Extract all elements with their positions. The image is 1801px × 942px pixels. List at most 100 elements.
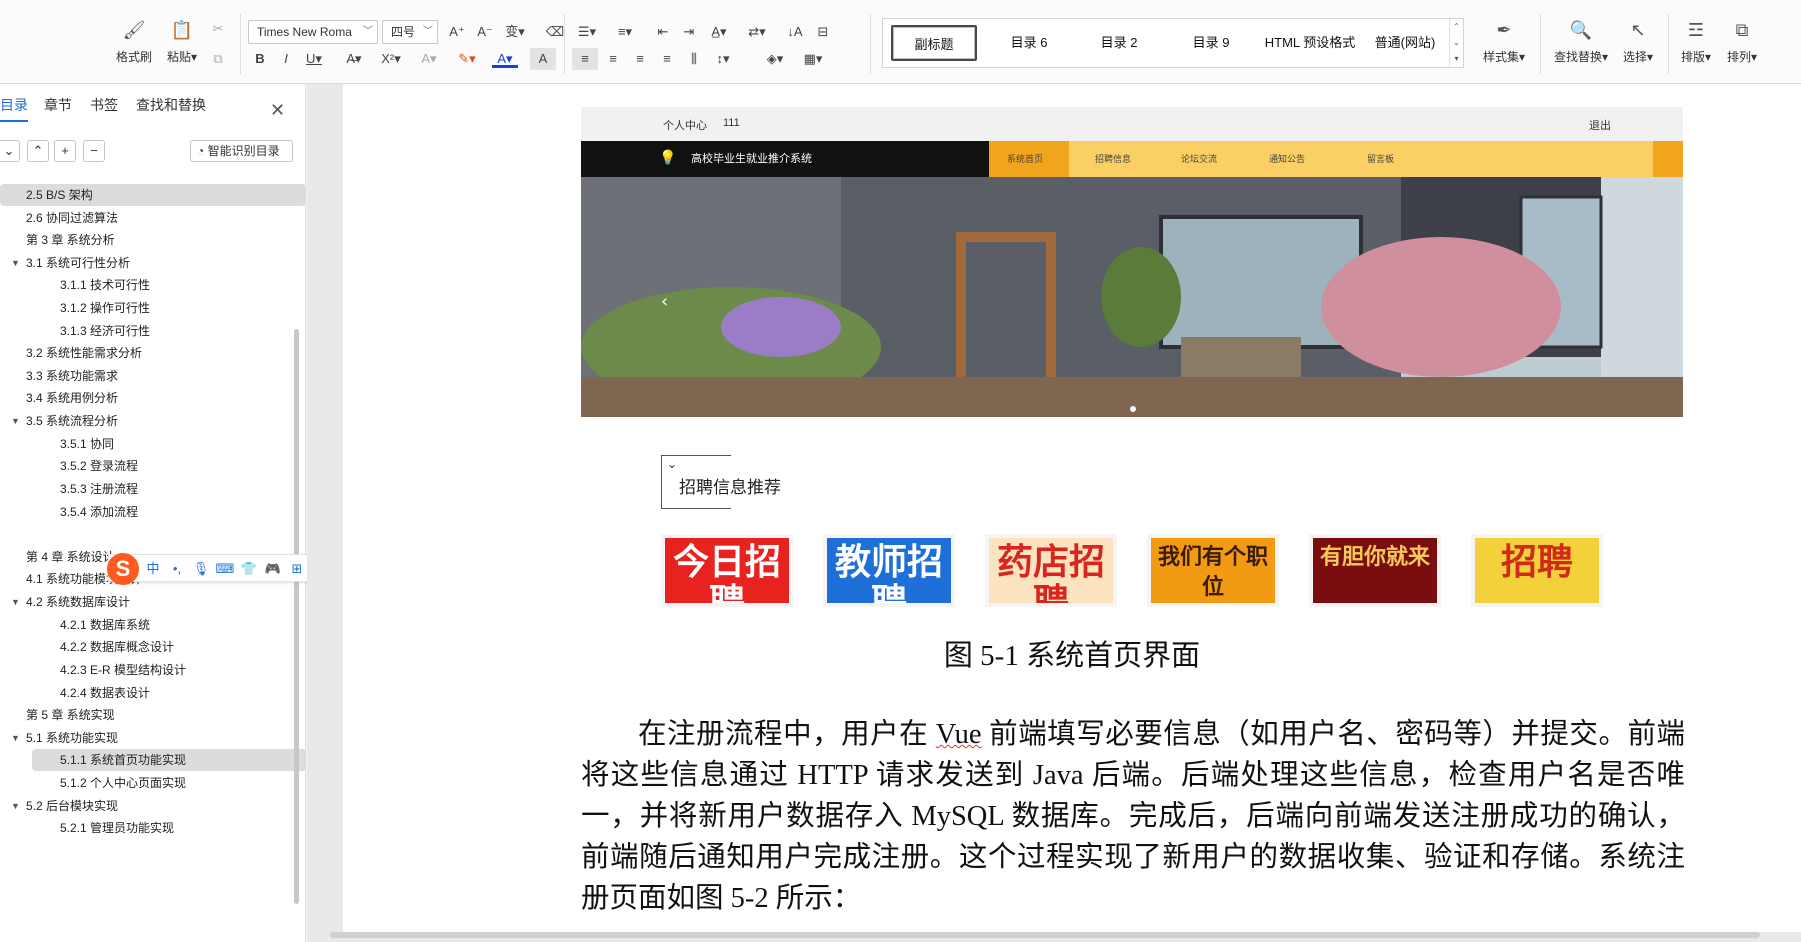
highlight-icon[interactable]: ✎▾ xyxy=(454,48,480,70)
align-right-icon[interactable]: ≡ xyxy=(627,48,653,70)
style-toc-2[interactable]: 目录 2 xyxy=(1079,25,1159,61)
chevron-down-icon[interactable]: ▼ xyxy=(11,591,20,613)
smart-toc-button[interactable]: ◔ 智能识别目录 xyxy=(190,140,293,162)
bullets-icon[interactable]: ☰▾ xyxy=(574,21,600,43)
find-replace-button[interactable]: 🔍 查找替换▾ xyxy=(1546,18,1616,72)
remove-item-button[interactable]: − xyxy=(83,140,105,162)
move-up-button[interactable]: ⌃ xyxy=(27,140,49,162)
keyboard-icon[interactable]: ⌨ xyxy=(215,559,235,579)
align-center-icon[interactable]: ≡ xyxy=(600,48,626,70)
grow-font-icon[interactable]: A⁺ xyxy=(444,21,470,43)
font-color-icon[interactable]: A▾ xyxy=(492,48,518,68)
paste-button[interactable]: 📋 粘贴▾ xyxy=(158,18,206,72)
typeset-button[interactable]: ☲ 排版▾ xyxy=(1674,18,1718,72)
job-poster: 教师招聘 xyxy=(823,534,955,607)
toc-item[interactable]: 3.1.1 技术可行性 xyxy=(0,274,296,296)
distributed-icon[interactable]: ⫼ xyxy=(681,48,707,70)
format-painter-button[interactable]: 🖌 格式刷 xyxy=(110,18,158,72)
phonetic-icon[interactable]: 变▾ xyxy=(502,21,528,43)
style-subtitle[interactable]: 副标题 xyxy=(891,25,977,61)
toc-item[interactable]: 3.5.2 登录流程 xyxy=(0,455,296,477)
chevron-down-icon[interactable]: ▼ xyxy=(11,795,20,817)
ime-chinese-toggle[interactable]: 中 xyxy=(143,559,163,579)
horizontal-scrollbar[interactable] xyxy=(330,932,1760,938)
text-direction-icon[interactable]: ⇄▾ xyxy=(744,21,770,43)
tab-bookmarks[interactable]: 书签 xyxy=(90,94,118,122)
toc-item[interactable]: 5.1.1 系统首页功能实现 xyxy=(32,749,306,772)
arrange-button[interactable]: ⧉ 排列▾ xyxy=(1720,18,1764,72)
body-paragraph[interactable]: 在注册流程中，用户在 Vue 前端填写必要信息（如用户名、密码等）并提交。前端将… xyxy=(581,714,1685,919)
toc-item[interactable]: 第 5 章 系统实现 xyxy=(0,704,296,726)
shrink-font-icon[interactable]: A⁻ xyxy=(472,21,498,43)
char-spacing-icon[interactable]: A̲▾ xyxy=(706,21,732,43)
tab-toc[interactable]: 目录 xyxy=(0,94,28,122)
bold-icon[interactable]: B xyxy=(247,48,273,70)
char-shading-icon[interactable]: A xyxy=(530,48,556,70)
toc-item[interactable]: 3.2 系统性能需求分析 xyxy=(0,342,296,364)
microphone-icon[interactable]: 🎙 xyxy=(191,559,211,579)
show-marks-icon[interactable]: ⊟ xyxy=(810,21,836,43)
tab-chapters[interactable]: 章节 xyxy=(44,94,72,122)
gamepad-icon[interactable]: 🎮 xyxy=(263,559,283,579)
style-toc-9[interactable]: 目录 9 xyxy=(1171,25,1251,61)
justify-icon[interactable]: ≡ xyxy=(654,48,680,70)
toc-item[interactable]: 3.3 系统功能需求 xyxy=(0,365,296,387)
style-normal-web[interactable]: 普通(网站) xyxy=(1361,25,1449,61)
toc-item[interactable]: ▼ 3.5 系统流程分析 xyxy=(0,410,296,432)
add-item-button[interactable]: + xyxy=(54,140,76,162)
style-set-button[interactable]: ✒ 样式集▾ xyxy=(1474,18,1534,72)
toc-item[interactable]: ▼ 3.1 系统可行性分析 xyxy=(0,252,296,274)
indent-icon[interactable]: ⇥ xyxy=(676,21,702,43)
toc-item[interactable]: 5.2.1 管理员功能实现 xyxy=(0,817,296,839)
numbering-icon[interactable]: ≡▾ xyxy=(612,21,638,43)
toc-item[interactable]: 3.5.3 注册流程 xyxy=(0,478,296,500)
skin-icon[interactable]: 👕 xyxy=(239,559,259,579)
style-toc-6[interactable]: 目录 6 xyxy=(989,25,1069,61)
document-page[interactable]: 个人中心 111 退出 💡 高校毕业生就业推介系统 系统首页 招聘信息 论坛交流… xyxy=(343,84,1801,932)
outdent-icon[interactable]: ⇤ xyxy=(650,21,676,43)
toc-item[interactable]: 4.2.3 E-R 模型结构设计 xyxy=(0,659,296,681)
underline-icon[interactable]: U▾ xyxy=(301,48,327,70)
toc-item[interactable]: ▼ 5.1 系统功能实现 xyxy=(0,727,296,749)
punctuation-icon[interactable]: •, xyxy=(167,559,187,579)
borders-icon[interactable]: ▦▾ xyxy=(800,48,826,70)
toc-item[interactable]: ▼ 5.2 后台模块实现 xyxy=(0,795,296,817)
chevron-down-icon[interactable]: ▼ xyxy=(11,252,20,274)
chevron-down-icon[interactable]: ▼ xyxy=(11,410,20,432)
toc-item[interactable]: 4.2.1 数据库系统 xyxy=(0,614,296,636)
toc-item[interactable]: 3.1.2 操作可行性 xyxy=(0,297,296,319)
font-name-select[interactable]: Times New Roma ﹀ xyxy=(248,20,378,44)
align-left-icon[interactable]: ≡ xyxy=(572,48,598,70)
chevron-down-icon[interactable]: ▼ xyxy=(11,727,20,749)
collapse-all-button[interactable]: ⌄ xyxy=(0,140,20,162)
styles-scroll[interactable]: ⌃ ⌄ ▾ xyxy=(1449,19,1463,67)
close-icon[interactable]: ✕ xyxy=(270,100,285,121)
apps-icon[interactable]: ⊞ xyxy=(287,559,307,579)
cut-icon[interactable]: ✂ xyxy=(205,18,231,40)
tab-find-replace[interactable]: 查找和替换 xyxy=(136,94,206,122)
sidebar-scrollbar[interactable] xyxy=(294,329,299,904)
text-effect-icon[interactable]: A▾ xyxy=(416,48,442,70)
italic-icon[interactable]: I xyxy=(273,48,299,70)
toc-item[interactable]: 2.6 协同过滤算法 xyxy=(0,207,296,229)
toc-item[interactable]: 3.4 系统用例分析 xyxy=(0,387,296,409)
toc-item[interactable]: 3.5.1 协同 xyxy=(0,433,296,455)
font-size-select[interactable]: 四号 ﹀ xyxy=(382,20,438,44)
superscript-icon[interactable]: X²▾ xyxy=(378,48,404,70)
toc-item[interactable]: 第 3 章 系统分析 xyxy=(0,229,296,251)
toc-item[interactable] xyxy=(0,523,296,545)
toc-item[interactable]: 4.2.4 数据表设计 xyxy=(0,682,296,704)
copy-icon[interactable]: ⧉ xyxy=(205,48,231,70)
shading-icon[interactable]: ◈▾ xyxy=(762,48,788,70)
style-html-preformatted[interactable]: HTML 预设格式 xyxy=(1261,25,1359,61)
select-button[interactable]: ↖ 选择▾ xyxy=(1616,18,1660,72)
toc-item[interactable]: 3.5.4 添加流程 xyxy=(0,501,296,523)
toc-item[interactable]: 4.2.2 数据库概念设计 xyxy=(0,636,296,658)
strikethrough-icon[interactable]: A̶▾ xyxy=(341,48,367,70)
toc-item[interactable]: 3.1.3 经济可行性 xyxy=(0,320,296,342)
toc-item[interactable]: 5.1.2 个人中心页面实现 xyxy=(0,772,296,794)
toc-item[interactable]: ▼ 4.2 系统数据库设计 xyxy=(0,591,296,613)
toc-item[interactable]: 2.5 B/S 架构 xyxy=(0,184,306,206)
sort-icon[interactable]: ↓A xyxy=(782,21,808,43)
line-spacing-icon[interactable]: ↕▾ xyxy=(710,48,736,70)
